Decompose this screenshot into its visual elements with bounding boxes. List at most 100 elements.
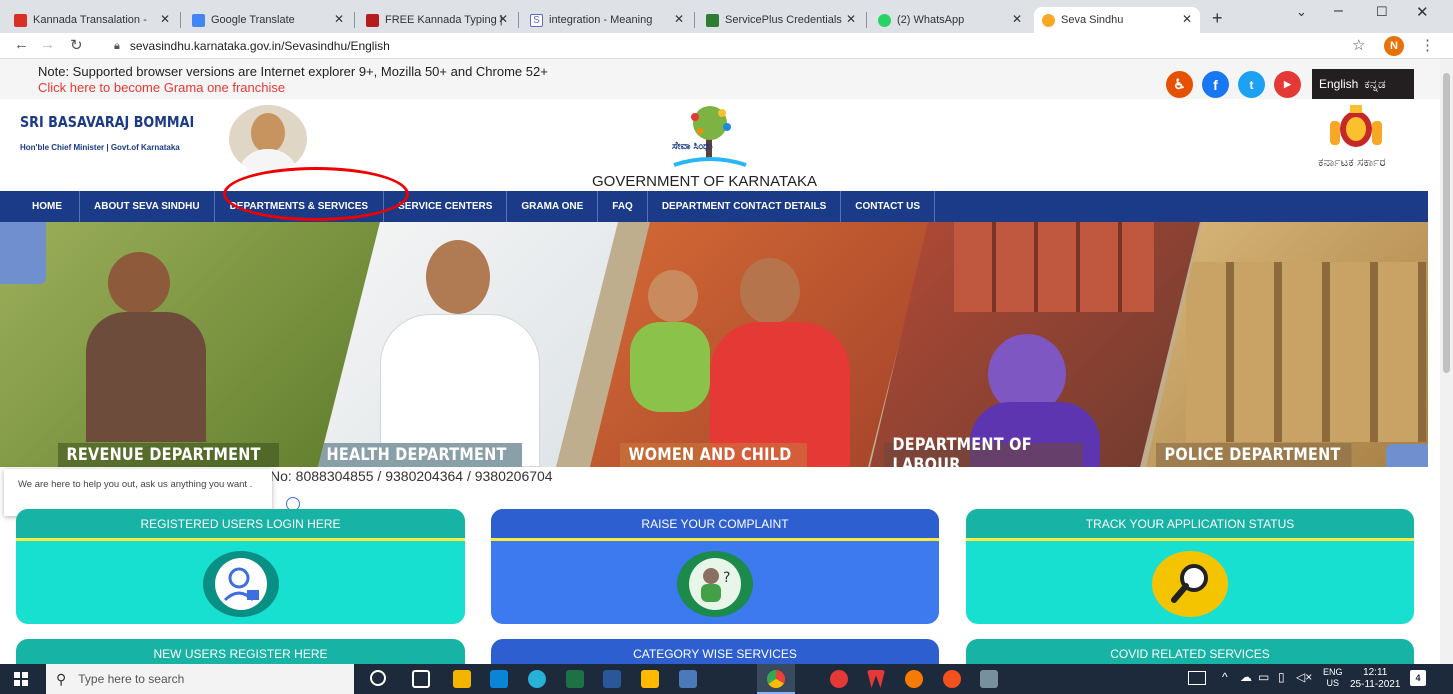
show-hidden-icons[interactable]: ^: [1222, 670, 1228, 684]
close-tab-icon[interactable]: ✕: [334, 12, 344, 26]
seva-sindhu-logo: ಸೇವಾ ಸಿಂಧು: [660, 103, 760, 173]
lang-english-button[interactable]: English: [1319, 77, 1358, 91]
note-bar: Note: Supported browser versions are Int…: [0, 59, 1440, 99]
tablet-mode-icon[interactable]: [1188, 671, 1206, 685]
mail-icon[interactable]: [490, 670, 508, 688]
nav-about-seva-sindhu[interactable]: ABOUT SEVA SINDHU: [80, 191, 215, 222]
onedrive-icon[interactable]: ☁: [1240, 670, 1252, 684]
web-page: Note: Supported browser versions are Int…: [0, 59, 1440, 664]
banner-label-health: HEALTH DEPARTMENT: [318, 443, 522, 467]
minimize-icon[interactable]: –: [1334, 2, 1343, 20]
banner-prev-arrow[interactable]: [0, 222, 46, 284]
main-nav: HOME ABOUT SEVA SINDHU DEPARTMENTS & SER…: [0, 191, 1428, 222]
lang-kannada-button[interactable]: ಕನ್ನಡ: [1364, 77, 1385, 92]
close-tab-icon[interactable]: ✕: [674, 12, 684, 26]
banner-panel-revenue: REVENUE DEPARTMENT: [0, 222, 380, 467]
tab-whatsapp[interactable]: (2) WhatsApp ✕: [870, 7, 1030, 33]
maximize-icon[interactable]: ☐: [1376, 4, 1388, 20]
language-indicator[interactable]: ENG US: [1323, 667, 1343, 689]
karnataka-emblem: [1320, 103, 1392, 151]
network-app-icon[interactable]: [679, 670, 697, 688]
edge-icon[interactable]: [528, 670, 546, 688]
close-tab-icon[interactable]: ✕: [160, 12, 170, 26]
track-application-status-card[interactable]: TRACK YOUR APPLICATION STATUS: [966, 509, 1414, 624]
notification-center-icon[interactable]: 4: [1410, 670, 1426, 686]
profile-avatar[interactable]: N: [1384, 36, 1404, 56]
windows-taskbar: ⚲ Type here to search ^ ☁ ▭ ▯ ◁× ENG US 1…: [0, 664, 1453, 694]
banner-label-labour: DEPARTMENT OF LABOUR: [884, 435, 1083, 467]
helpline-numbers: No: 8088304855 / 9380204364 / 9380206704: [270, 468, 553, 484]
user-lock-icon: [202, 551, 279, 617]
site-icon: [366, 13, 379, 27]
network-icon[interactable]: ▭: [1258, 670, 1269, 684]
window-close-icon[interactable]: ✕: [1416, 3, 1429, 21]
new-tab-icon[interactable]: +: [1212, 8, 1223, 29]
plus-icon: [706, 13, 719, 27]
tab-integration-meaning[interactable]: S integration - Meaning ✕: [522, 7, 692, 33]
scrollbar-thumb[interactable]: [1443, 73, 1450, 373]
page-scrollbar[interactable]: [1440, 59, 1453, 664]
category-wise-services-card[interactable]: CATEGORY WISE SERVICES: [491, 639, 939, 664]
covid-related-services-card[interactable]: COVID RELATED SERVICES: [966, 639, 1414, 664]
nav-grama-one[interactable]: GRAMA ONE: [507, 191, 599, 222]
banner-next-arrow[interactable]: [1386, 444, 1428, 467]
tab-kannada-transalation[interactable]: Kannada Transalation - ✕: [6, 7, 178, 33]
nav-contact-us[interactable]: CONTACT US: [841, 191, 936, 222]
forward-icon[interactable]: →: [40, 36, 55, 53]
s-icon: S: [530, 13, 543, 27]
tab-serviceplus-credentials[interactable]: ServicePlus Credentials ✕: [698, 7, 864, 33]
banner-label-women-child: WOMEN AND CHILD: [620, 443, 807, 467]
registered-users-login-card[interactable]: REGISTERED USERS LOGIN HERE: [16, 509, 465, 624]
bookmark-star-icon[interactable]: ☆: [1352, 36, 1365, 54]
nav-department-contact-details[interactable]: DEPARTMENT CONTACT DETAILS: [648, 191, 842, 222]
store-icon[interactable]: [453, 670, 471, 688]
nav-home[interactable]: HOME: [0, 191, 80, 222]
site-header: SRI BASAVARAJ BOMMAI Hon'ble Chief Minis…: [0, 99, 1440, 191]
tab-google-translate[interactable]: Google Translate ✕: [184, 7, 352, 33]
task-view-icon[interactable]: [412, 670, 430, 688]
cm-title: Hon'ble Chief Minister | Govt.of Karnata…: [20, 143, 180, 152]
close-tab-icon[interactable]: ✕: [498, 12, 508, 26]
close-tab-icon[interactable]: ✕: [846, 12, 856, 26]
windows-start-icon[interactable]: [14, 672, 28, 686]
twitter-icon[interactable]: t: [1238, 71, 1265, 98]
youtube-icon[interactable]: ▶: [1274, 71, 1301, 98]
new-users-register-card[interactable]: NEW USERS REGISTER HERE: [16, 639, 465, 664]
tab-seva-sindhu[interactable]: Seva Sindhu ✕: [1034, 7, 1200, 33]
app-icon-orange[interactable]: [905, 670, 923, 688]
cm-photo: [229, 105, 307, 173]
banner-label-police: POLICE DEPARTMENT: [1156, 443, 1352, 467]
accessibility-icon[interactable]: ♿︎: [1166, 71, 1193, 98]
app-icon-pen[interactable]: [943, 670, 961, 688]
taskbar-search-box[interactable]: ⚲ Type here to search: [46, 664, 354, 694]
facebook-icon[interactable]: f: [1202, 71, 1229, 98]
app-icon-red[interactable]: [830, 670, 848, 688]
app-icon-grey[interactable]: [980, 670, 998, 688]
nav-faq[interactable]: FAQ: [598, 191, 648, 222]
close-tab-icon[interactable]: ✕: [1182, 12, 1192, 26]
battery-icon[interactable]: ▯: [1278, 670, 1285, 684]
menu-kebab-icon[interactable]: ⋮: [1420, 36, 1435, 54]
excel-icon[interactable]: [566, 670, 584, 688]
chrome-taskbar-active[interactable]: [757, 664, 795, 694]
volume-mute-icon[interactable]: ◁×: [1296, 670, 1312, 684]
reload-icon[interactable]: ↻: [70, 36, 83, 54]
cortana-icon[interactable]: [370, 670, 386, 686]
raise-complaint-card[interactable]: RAISE YOUR COMPLAINT ?: [491, 509, 939, 624]
system-clock[interactable]: 12:11 25-11-2021: [1350, 667, 1400, 691]
url-bar[interactable]: 🔒︎ sevasindhu.karnataka.gov.in/Sevasindh…: [98, 35, 1378, 57]
wps-office-icon[interactable]: [867, 670, 885, 688]
file-explorer-icon[interactable]: [641, 670, 659, 688]
translate-icon: [192, 13, 205, 27]
back-icon[interactable]: ←: [14, 36, 29, 53]
chat-message: We are here to help you out, ask us anyt…: [18, 479, 253, 490]
close-tab-icon[interactable]: ✕: [1012, 12, 1022, 26]
emblem-caption: ಕರ್ನಾಟಕ ಸರ್ಕಾರ: [1318, 155, 1386, 169]
word-icon[interactable]: [603, 670, 621, 688]
lock-icon: 🔒︎: [114, 39, 120, 52]
tab-search-icon[interactable]: ⌄: [1296, 4, 1307, 20]
tab-free-kannada-typing[interactable]: FREE Kannada Typing | ✕: [358, 7, 516, 33]
grama-one-franchise-link[interactable]: Click here to become Grama one franchise: [38, 80, 285, 95]
browser-support-note: Note: Supported browser versions are Int…: [38, 64, 548, 79]
banner-label-revenue: REVENUE DEPARTMENT: [58, 443, 279, 467]
